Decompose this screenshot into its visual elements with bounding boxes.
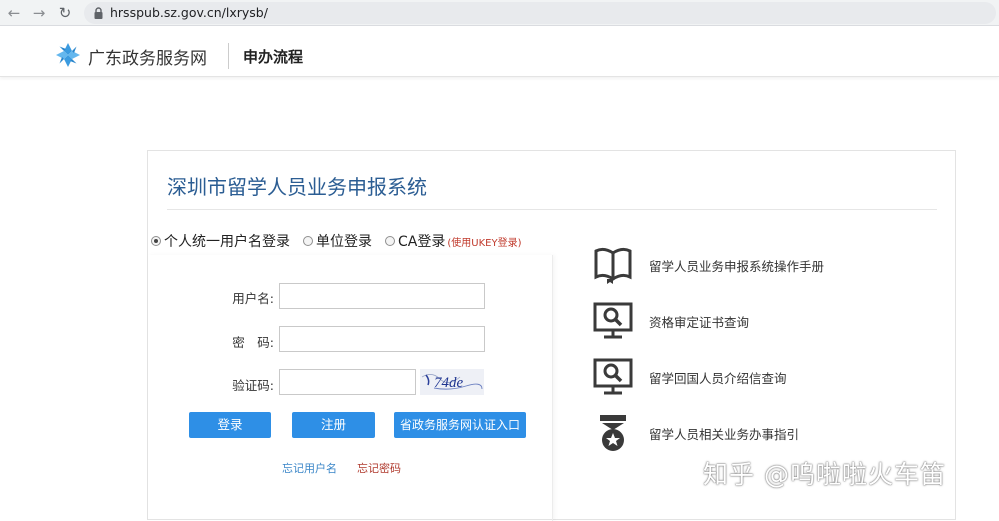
monitor-search-icon: [593, 302, 633, 339]
award-badge-icon: [600, 415, 626, 451]
title-divider: [167, 209, 937, 210]
radio-company-login[interactable]: [303, 236, 313, 246]
ukey-note: (使用UKEY登录): [447, 237, 522, 249]
forgot-password-link[interactable]: 忘记密码: [357, 460, 401, 476]
side-link-guide[interactable]: 留学人员相关业务办事指引: [592, 413, 799, 453]
logo-icon[interactable]: [55, 42, 81, 68]
radio-personal-login[interactable]: [151, 236, 161, 246]
side-link-guide-label[interactable]: 留学人员相关业务办事指引: [649, 424, 799, 443]
username-label: 用户名:: [232, 291, 274, 306]
address-bar[interactable]: hrsspub.sz.gov.cn/lxrysb/: [84, 2, 996, 24]
username-input[interactable]: [279, 283, 485, 309]
arrow-left-icon[interactable]: ←: [4, 3, 24, 23]
side-link-letter-label[interactable]: 留学回国人员介绍信查询: [649, 368, 787, 387]
password-input[interactable]: [279, 326, 485, 352]
url-text: hrsspub.sz.gov.cn/lxrysb/: [110, 5, 268, 20]
reload-icon[interactable]: ↻: [55, 3, 75, 23]
lock-icon: [94, 7, 103, 19]
arrow-right-icon[interactable]: →: [29, 3, 49, 23]
monitor-search-icon: [593, 358, 633, 395]
gov-portal-login-button[interactable]: 省政务服务网认证入口: [394, 412, 526, 438]
ca-login-label[interactable]: CA登录: [398, 231, 445, 251]
radio-ca-login[interactable]: [385, 236, 395, 246]
header-divider: [228, 43, 229, 69]
login-form: 用户名: 密 码: 验证码: 74de 登录 注册 省政务服务网认证入口 忘记用…: [148, 255, 553, 521]
forgot-username-link[interactable]: 忘记用户名: [282, 460, 337, 476]
password-label: 密 码:: [232, 335, 274, 350]
side-link-letter-query[interactable]: 留学回国人员介绍信查询: [592, 357, 787, 397]
login-type-options: 个人统一用户名登录 单位登录 CA登录 (使用UKEY登录): [151, 231, 521, 251]
side-link-certificate-query[interactable]: 资格审定证书查询: [592, 301, 749, 341]
register-button[interactable]: 注册: [292, 412, 375, 438]
company-login-label[interactable]: 单位登录: [316, 231, 372, 251]
captcha-image[interactable]: 74de: [420, 369, 484, 395]
captcha-input[interactable]: [279, 369, 416, 395]
side-link-manual[interactable]: 留学人员业务申报系统操作手册: [592, 245, 824, 285]
login-button[interactable]: 登录: [189, 412, 271, 438]
page-name: 申办流程: [243, 48, 304, 66]
system-title: 深圳市留学人员业务申报系统: [167, 175, 427, 199]
side-link-manual-label[interactable]: 留学人员业务申报系统操作手册: [649, 256, 824, 275]
book-icon: [594, 247, 632, 284]
browser-toolbar: ← → ↻ hrsspub.sz.gov.cn/lxrysb/: [0, 0, 999, 26]
side-link-certificate-label[interactable]: 资格审定证书查询: [649, 312, 749, 331]
watermark-text: 知乎 @呜啦啦火车笛: [703, 460, 946, 489]
site-header: 广东政务服务网 申办流程: [0, 27, 999, 77]
personal-login-label[interactable]: 个人统一用户名登录: [164, 231, 290, 251]
captcha-label: 验证码:: [232, 378, 274, 393]
site-name[interactable]: 广东政务服务网: [88, 44, 207, 69]
